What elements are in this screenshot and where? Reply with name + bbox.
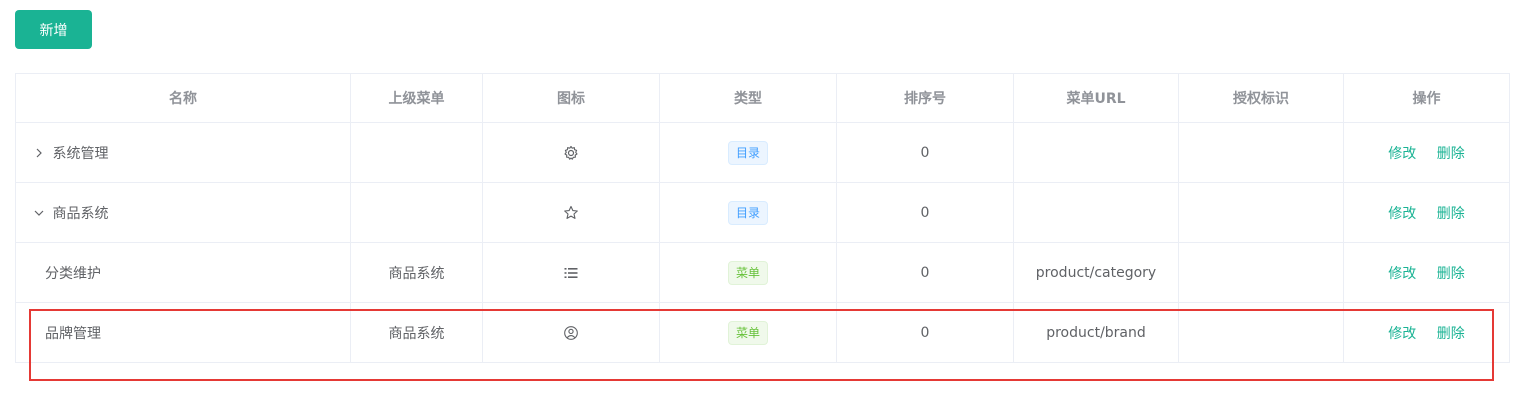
- cell-type: 目录: [659, 182, 837, 243]
- cell-parent: [350, 182, 483, 243]
- cell-url: [1013, 122, 1179, 183]
- type-tag-directory: 目录: [727, 200, 768, 225]
- user-circle-icon: [563, 325, 579, 341]
- delete-button[interactable]: 删除: [1437, 266, 1465, 282]
- chevron-down-icon[interactable]: [30, 207, 48, 221]
- cell-actions: 修改 删除: [1343, 122, 1510, 183]
- edit-button[interactable]: 修改: [1388, 266, 1416, 282]
- cell-name: 系统管理: [15, 122, 351, 183]
- edit-button[interactable]: 修改: [1388, 206, 1416, 222]
- star-icon: [563, 205, 579, 221]
- cell-perms: [1178, 182, 1344, 243]
- edit-button[interactable]: 修改: [1388, 146, 1416, 162]
- cell-icon: [482, 302, 660, 363]
- cell-icon: [482, 242, 660, 303]
- header-order: 排序号: [836, 73, 1014, 123]
- type-tag-menu: 菜单: [727, 260, 768, 285]
- cell-actions: 修改 删除: [1343, 302, 1510, 363]
- header-perms: 授权标识: [1178, 73, 1344, 123]
- delete-button[interactable]: 删除: [1437, 206, 1465, 222]
- table-header-row: 名称 上级菜单 图标 类型 排序号 菜单URL 授权标识 操作: [15, 73, 1510, 123]
- cell-actions: 修改 删除: [1343, 182, 1510, 243]
- delete-button[interactable]: 删除: [1437, 326, 1465, 342]
- cell-url: [1013, 182, 1179, 243]
- table-row: 分类维护 商品系统 菜单 0 product/category 修改 删除: [15, 242, 1510, 303]
- table-row: 系统管理 目录 0 修改 删除: [15, 122, 1510, 183]
- cell-icon: [482, 122, 660, 183]
- cell-type: 菜单: [659, 302, 837, 363]
- cell-order: 0: [836, 182, 1014, 243]
- table-row: 品牌管理 商品系统 菜单 0 product/brand 修改 删除: [15, 302, 1510, 363]
- delete-button[interactable]: 删除: [1437, 146, 1465, 162]
- type-tag-menu: 菜单: [727, 320, 768, 345]
- cell-type: 菜单: [659, 242, 837, 303]
- cell-parent: [350, 122, 483, 183]
- cell-parent: 商品系统: [350, 242, 483, 303]
- gear-icon: [563, 145, 579, 161]
- header-menu-url: 菜单URL: [1013, 73, 1179, 123]
- cell-order: 0: [836, 242, 1014, 303]
- menu-name: 品牌管理: [45, 325, 101, 342]
- cell-actions: 修改 删除: [1343, 242, 1510, 303]
- cell-perms: [1178, 242, 1344, 303]
- cell-perms: [1178, 122, 1344, 183]
- cell-type: 目录: [659, 122, 837, 183]
- add-button[interactable]: 新增: [15, 10, 92, 49]
- cell-name: 分类维护: [15, 242, 351, 303]
- cell-order: 0: [836, 302, 1014, 363]
- cell-url: product/category: [1013, 242, 1179, 303]
- menu-name: 商品系统: [52, 205, 109, 222]
- cell-icon: [482, 182, 660, 243]
- list-icon: [563, 265, 579, 281]
- chevron-right-icon[interactable]: [30, 147, 48, 161]
- cell-name: 品牌管理: [15, 302, 351, 363]
- header-actions: 操作: [1343, 73, 1510, 123]
- menu-name: 系统管理: [52, 145, 109, 162]
- cell-parent: 商品系统: [350, 302, 483, 363]
- cell-url: product/brand: [1013, 302, 1179, 363]
- edit-button[interactable]: 修改: [1388, 326, 1416, 342]
- type-tag-directory: 目录: [727, 140, 768, 165]
- header-parent-menu: 上级菜单: [350, 73, 483, 123]
- cell-order: 0: [836, 122, 1014, 183]
- menu-name: 分类维护: [45, 265, 101, 282]
- menu-table: 名称 上级菜单 图标 类型 排序号 菜单URL 授权标识 操作 系统管理 目录 …: [15, 73, 1510, 363]
- table-row: 商品系统 目录 0 修改 删除: [15, 182, 1510, 243]
- header-icon: 图标: [482, 73, 660, 123]
- cell-name: 商品系统: [15, 182, 351, 243]
- cell-perms: [1178, 302, 1344, 363]
- header-name: 名称: [15, 73, 351, 123]
- header-type: 类型: [659, 73, 837, 123]
